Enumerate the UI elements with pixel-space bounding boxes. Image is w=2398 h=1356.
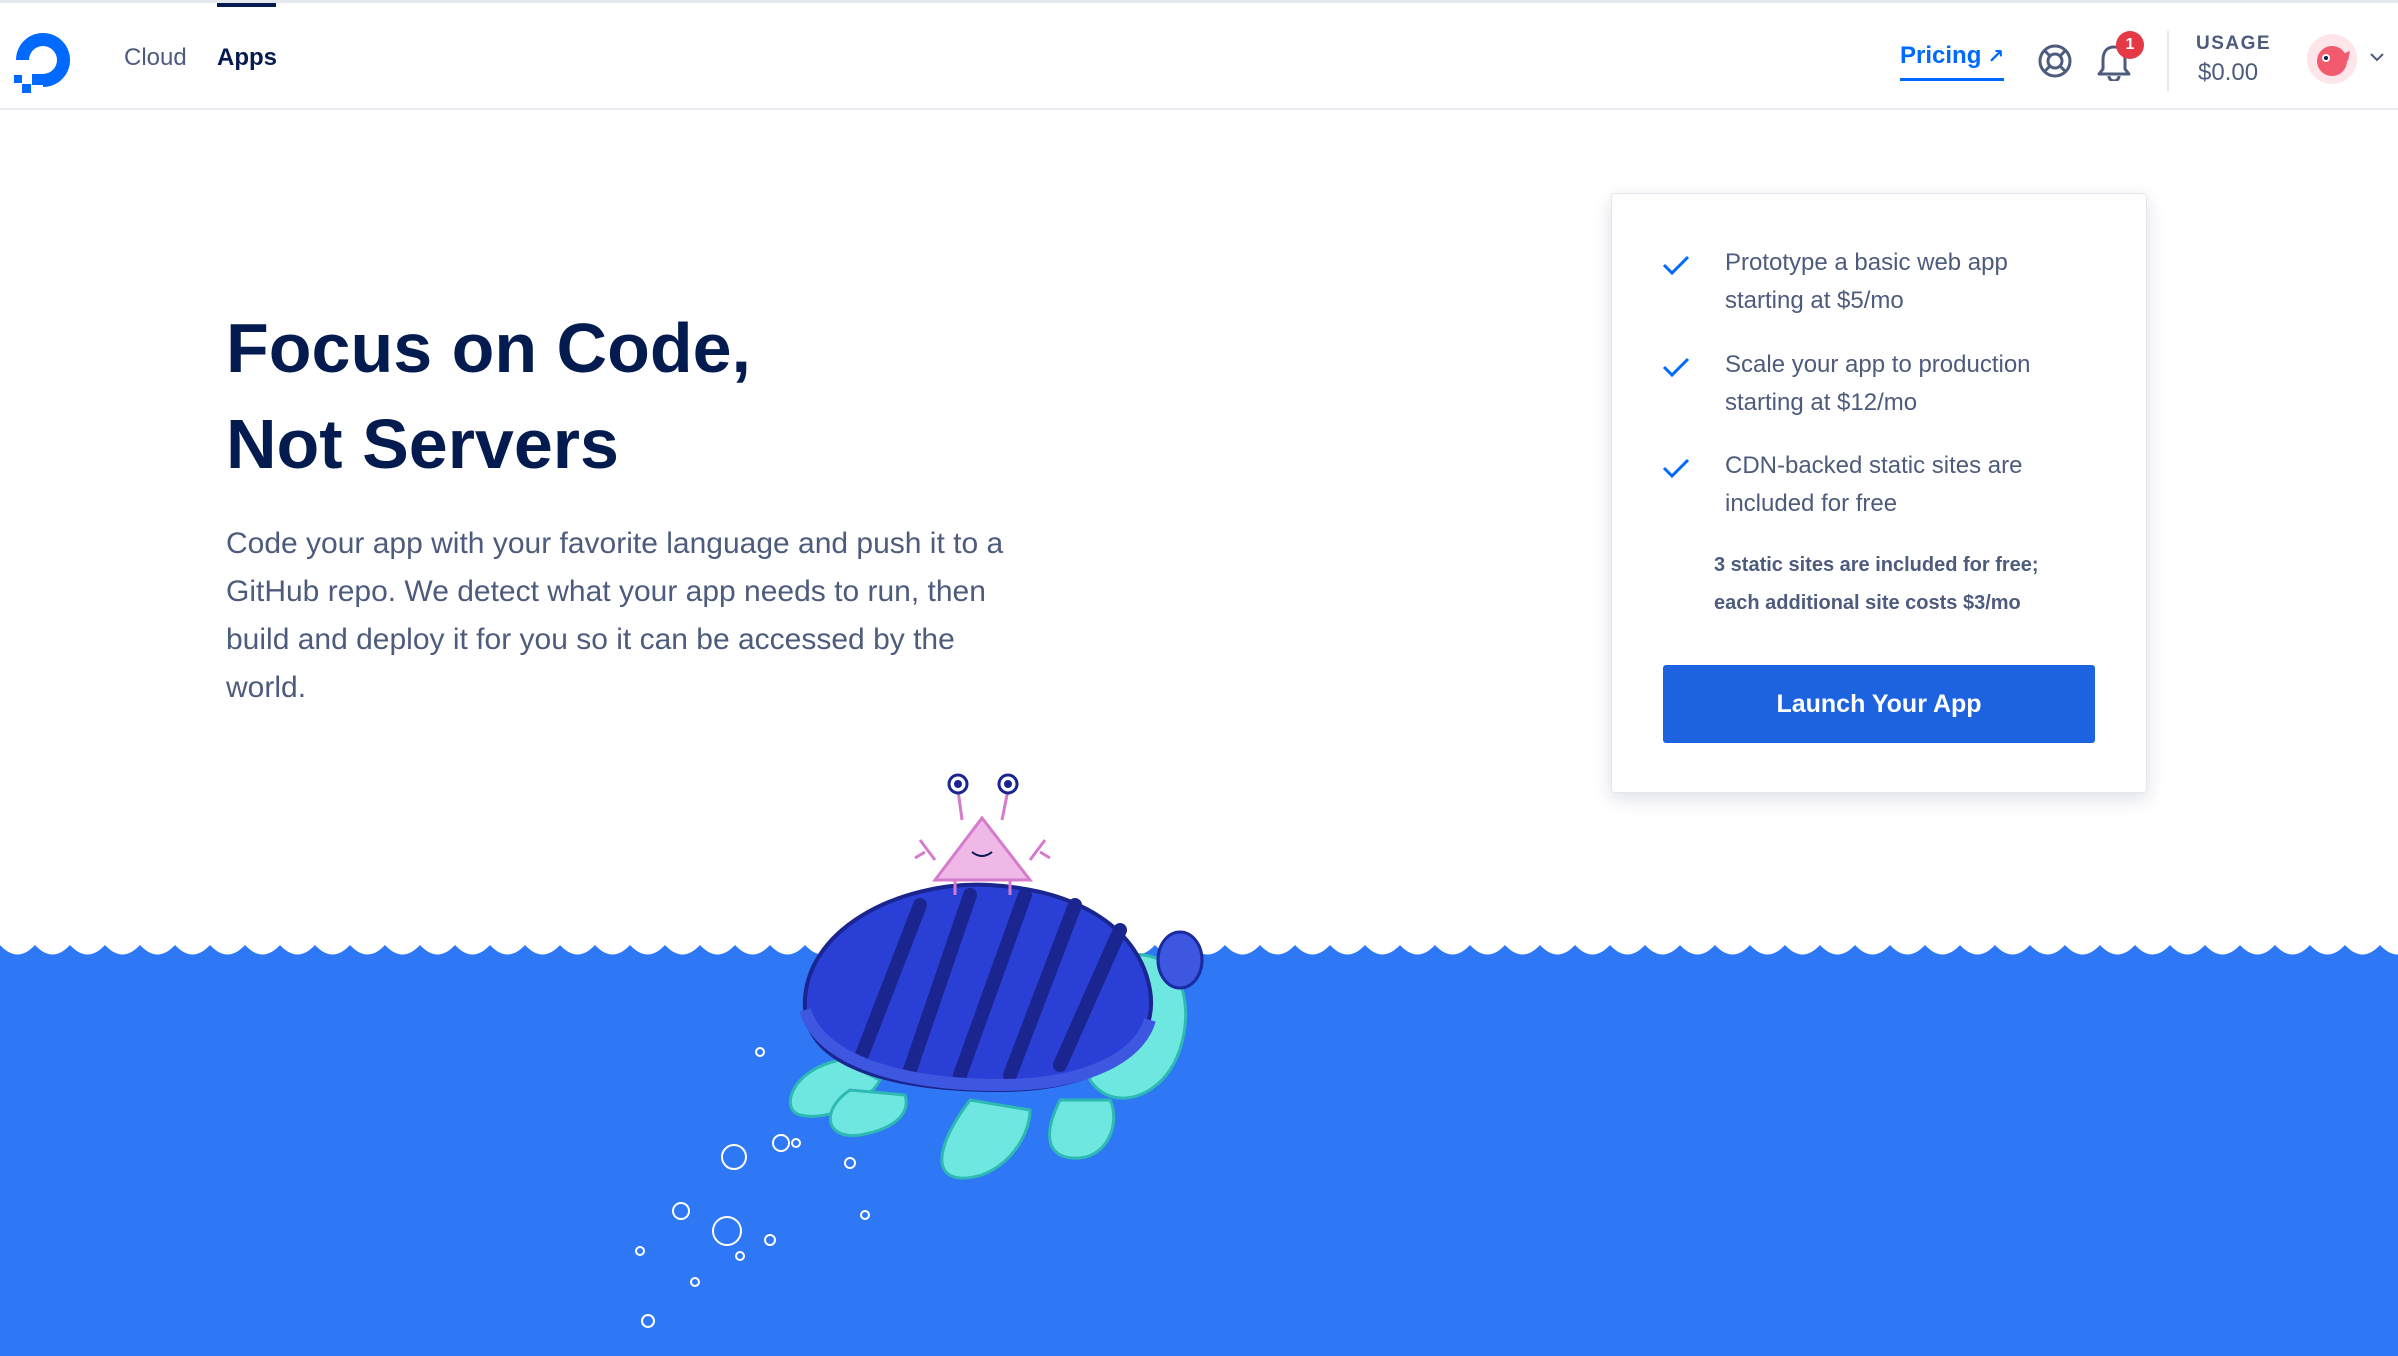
digitalocean-logo-icon[interactable]: [10, 27, 76, 93]
chevron-down-icon[interactable]: [2369, 51, 2385, 63]
turtle-illustration: [789, 882, 1204, 1180]
pricing-link[interactable]: Pricing ↗: [1900, 41, 2005, 81]
page-title: Focus on Code, Not Servers: [226, 300, 1126, 492]
feature-text: Prototype a basic web app starting at $5…: [1725, 244, 2125, 320]
check-icon: [1662, 255, 1690, 276]
feature-text-line1: Scale your app to production: [1725, 351, 2031, 378]
static-sites-note-line1: 3 static sites are included for free;: [1714, 554, 2039, 576]
ocean-waves: [0, 945, 2398, 1356]
page-title-line1: Focus on Code,: [226, 309, 751, 387]
tab-apps[interactable]: Apps: [217, 43, 277, 73]
usage-value: $0.00: [2198, 59, 2259, 86]
launch-app-button[interactable]: Launch Your App: [1663, 665, 2095, 743]
static-sites-note: 3 static sites are included for free; ea…: [1714, 546, 2114, 622]
feature-text-line1: CDN-backed static sites are: [1725, 452, 2023, 479]
pricing-link-label: Pricing: [1900, 42, 1982, 69]
nav-divider: [2167, 31, 2169, 91]
page-title-line2: Not Servers: [226, 405, 619, 483]
crab-illustration: [914, 773, 1051, 895]
usage-label: USAGE: [2196, 33, 2272, 54]
help-lifebuoy-icon[interactable]: [2037, 43, 2073, 79]
feature-text-line2: starting at $12/mo: [1725, 389, 1918, 416]
notification-badge: 1: [2116, 31, 2144, 59]
pricing-card: Prototype a basic web app starting at $5…: [1611, 193, 2147, 793]
check-icon: [1662, 458, 1690, 479]
feature-text: Scale your app to production starting at…: [1725, 346, 2125, 422]
hero-description: Code your app with your favorite languag…: [226, 527, 1004, 704]
bubbles: [635, 1047, 870, 1328]
feature-text-line2: included for free: [1725, 490, 1898, 517]
static-sites-note-line2: each additional site costs $3/mo: [1714, 592, 2021, 614]
avatar[interactable]: [2306, 33, 2358, 85]
external-arrow-icon: ↗: [1987, 46, 2005, 68]
check-icon: [1662, 357, 1690, 378]
feature-text-line2: starting at $5/mo: [1725, 287, 1904, 314]
tab-cloud[interactable]: Cloud: [124, 43, 187, 73]
top-nav: Cloud Apps Pricing ↗ 1 USAGE $0.00: [0, 0, 2398, 110]
active-tab-indicator: [217, 3, 276, 7]
feature-text-line1: Prototype a basic web app: [1725, 249, 2008, 276]
feature-text: CDN-backed static sites are included for…: [1725, 447, 2125, 523]
